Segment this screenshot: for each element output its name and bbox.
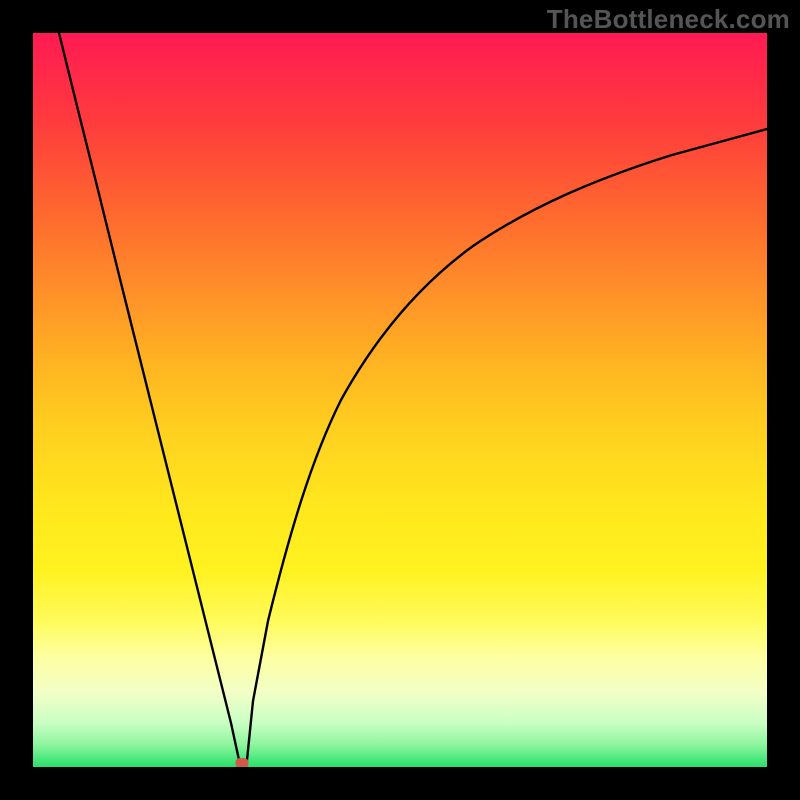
chart-frame: TheBottleneck.com <box>0 0 800 800</box>
bottleneck-curve <box>33 33 767 767</box>
curve-path <box>59 33 767 764</box>
minimum-marker <box>236 758 249 767</box>
plot-area <box>33 33 767 767</box>
watermark-label: TheBottleneck.com <box>547 4 790 35</box>
